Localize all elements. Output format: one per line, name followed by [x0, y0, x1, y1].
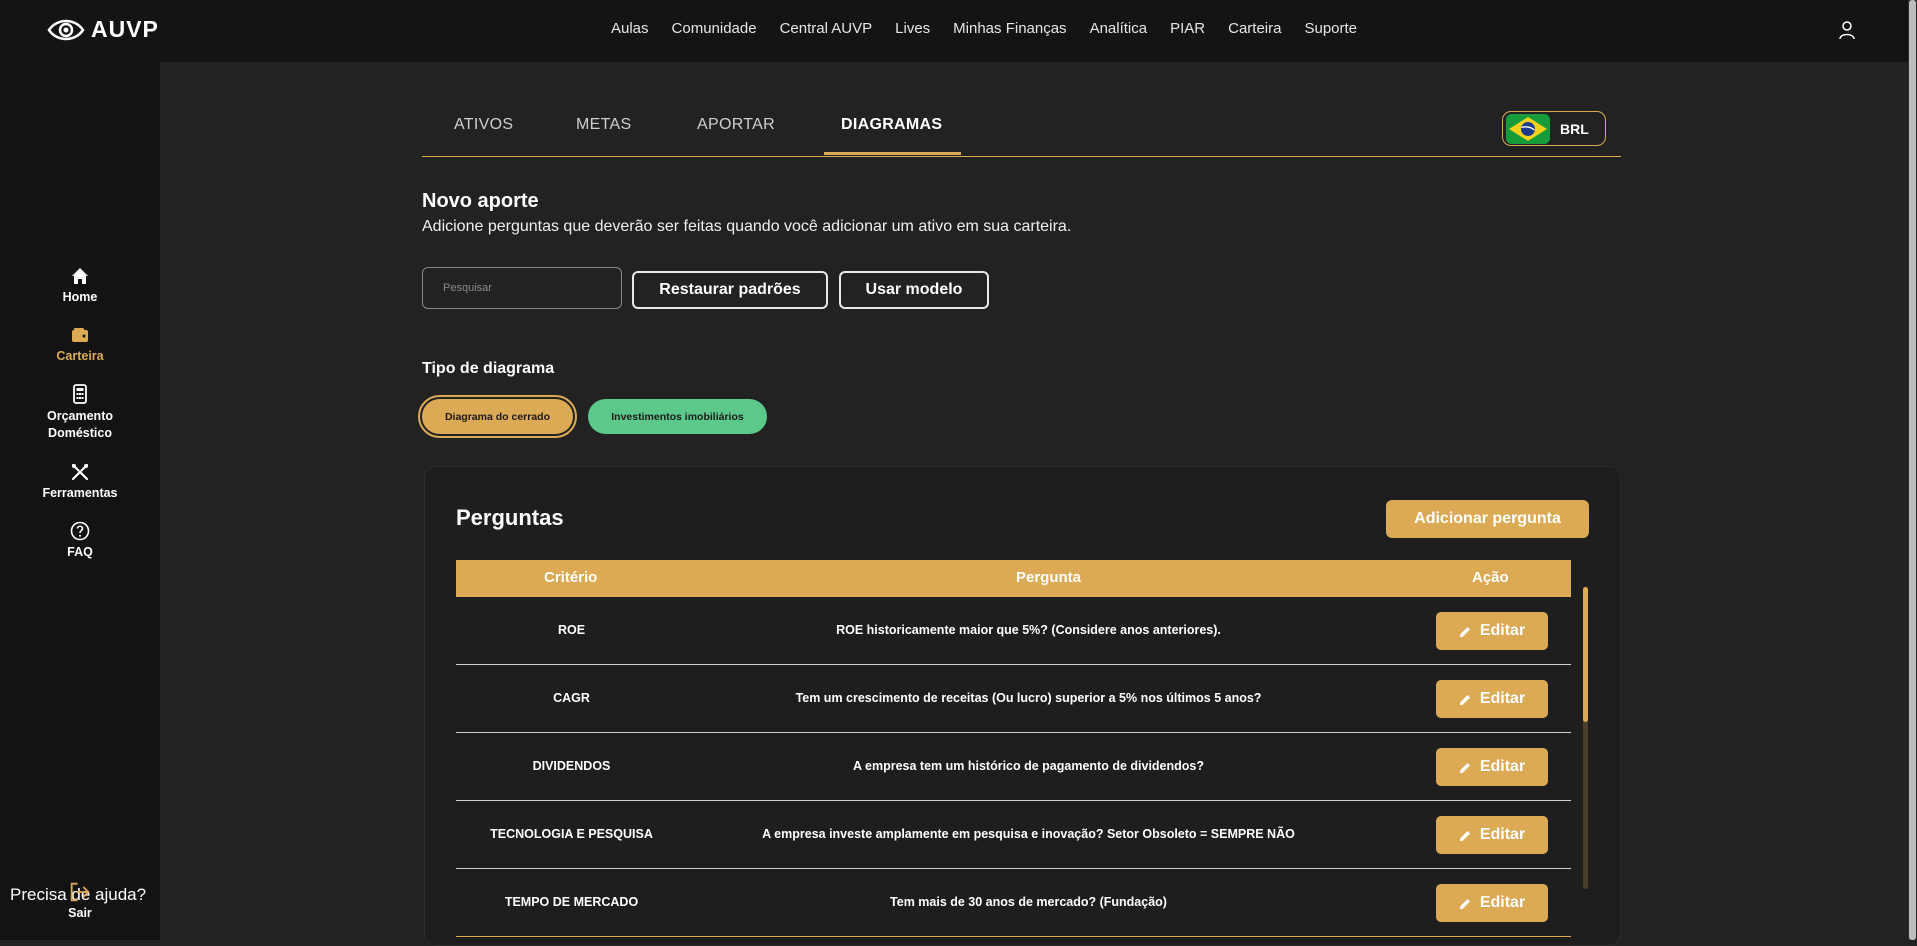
add-question-button[interactable]: Adicionar pergunta	[1386, 500, 1589, 538]
question-cell: A empresa investe amplamente em pesquisa…	[762, 827, 1295, 841]
criterion-cell: TECNOLOGIA E PESQUISA	[490, 827, 653, 841]
criterion-cell: CAGR	[553, 691, 590, 705]
criterion-cell: ROE	[557, 623, 586, 637]
tab-metas[interactable]: METAS	[576, 116, 631, 134]
sidebar-item-orcamento[interactable]: Orçamento Doméstico	[0, 384, 160, 442]
diagram-option-imobiliarios[interactable]: Investimentos imobiliários	[588, 399, 767, 434]
pencil-icon	[1459, 762, 1470, 773]
edit-button[interactable]: Editar	[1436, 816, 1548, 854]
nav-carteira[interactable]: Carteira	[1228, 20, 1281, 37]
wallet-icon	[72, 328, 88, 342]
help-icon	[70, 521, 90, 541]
pencil-icon	[1459, 898, 1470, 909]
column-header-criterio: Critério	[544, 569, 598, 586]
search-input[interactable]	[422, 267, 622, 309]
table-header: Critério Pergunta Ação	[456, 560, 1571, 597]
edit-button[interactable]: Editar	[1436, 612, 1548, 650]
home-icon	[72, 268, 88, 284]
top-navbar: AUVP Aulas Comunidade Central AUVP Lives…	[0, 0, 1917, 62]
edit-button[interactable]: Editar	[1436, 748, 1548, 786]
questions-panel: Perguntas Adicionar pergunta Critério Pe…	[424, 466, 1621, 946]
edit-button[interactable]: Editar	[1436, 680, 1548, 718]
sidebar-item-label: Carteira	[56, 349, 104, 363]
nav-comunidade[interactable]: Comunidade	[672, 20, 757, 37]
sidebar-item-label: Home	[62, 290, 98, 304]
calculator-icon	[73, 384, 87, 404]
sidebar-item-label: Ferramentas	[42, 486, 118, 500]
page-title: Novo aporte	[422, 190, 539, 212]
nav-aulas[interactable]: Aulas	[611, 20, 649, 37]
nav-lives[interactable]: Lives	[895, 20, 930, 37]
page-scroll-thumb[interactable]	[1909, 0, 1916, 940]
brazil-flag-icon	[1506, 113, 1550, 144]
diagram-option-cerrado[interactable]: Diagrama do cerrado	[418, 395, 577, 438]
table-row: TEMPO DE MERCADO Tem mais de 30 anos de …	[456, 869, 1571, 937]
tab-bar: ATIVOS METAS APORTAR DIAGRAMAS	[422, 104, 1621, 157]
sidebar-item-ferramentas[interactable]: Ferramentas	[0, 462, 160, 500]
user-icon[interactable]	[1838, 20, 1856, 40]
edit-label: Editar	[1479, 758, 1526, 775]
currency-selector[interactable]: BRL	[1502, 111, 1606, 146]
edit-label: Editar	[1479, 826, 1526, 843]
tab-aportar[interactable]: APORTAR	[697, 116, 775, 134]
currency-code: BRL	[1560, 120, 1589, 137]
nav-central-auvp[interactable]: Central AUVP	[780, 20, 873, 37]
restore-defaults-button[interactable]: Restaurar padrões	[632, 271, 828, 309]
diagram-type-title: Tipo de diagrama	[422, 360, 555, 377]
auvp-logo[interactable]: AUVP	[47, 16, 159, 43]
edit-button[interactable]: Editar	[1436, 884, 1548, 922]
criterion-cell: DIVIDENDOS	[532, 759, 611, 773]
edit-label: Editar	[1479, 690, 1526, 707]
questions-title: Perguntas	[456, 505, 564, 530]
sidebar-item-label-line2: Doméstico	[48, 426, 112, 440]
column-header-pergunta: Pergunta	[1016, 569, 1082, 586]
question-cell: A empresa tem um histórico de pagamento …	[853, 759, 1204, 773]
logout-button[interactable]: Sair	[0, 882, 160, 920]
use-model-button[interactable]: Usar modelo	[839, 271, 989, 309]
sidebar: Home Carteira Orçamento Doméstico Ferram…	[0, 62, 160, 940]
nav-analitica[interactable]: Analítica	[1090, 20, 1148, 37]
pencil-icon	[1459, 626, 1470, 637]
table-row: TECNOLOGIA E PESQUISA A empresa investe …	[456, 801, 1571, 869]
sidebar-item-faq[interactable]: FAQ	[0, 521, 160, 559]
table-row: CAGR Tem um crescimento de receitas (Ou …	[456, 665, 1571, 733]
logout-label: Sair	[68, 906, 92, 920]
tools-icon	[71, 463, 89, 481]
nav-suporte[interactable]: Suporte	[1304, 20, 1357, 37]
question-cell: ROE historicamente maior que 5%? (Consid…	[836, 623, 1221, 637]
sidebar-item-home[interactable]: Home	[0, 266, 160, 304]
logo-text: AUVP	[91, 16, 159, 42]
nav-piar[interactable]: PIAR	[1170, 20, 1205, 37]
table-scroll-thumb[interactable]	[1583, 587, 1588, 722]
question-cell: Tem mais de 30 anos de mercado? (Fundaçã…	[890, 895, 1167, 909]
edit-label: Editar	[1479, 894, 1526, 911]
logout-icon	[70, 882, 90, 902]
sidebar-item-label: FAQ	[67, 545, 93, 559]
pencil-icon	[1459, 694, 1470, 705]
main-nav: Aulas Comunidade Central AUVP Lives Minh…	[611, 20, 1380, 37]
table-row: ROE ROE historicamente maior que 5%? (Co…	[456, 597, 1571, 665]
active-tab-indicator	[824, 152, 961, 155]
criterion-cell: TEMPO DE MERCADO	[504, 895, 639, 909]
table-row: DIVIDENDOS A empresa tem um histórico de…	[456, 733, 1571, 801]
tab-ativos[interactable]: ATIVOS	[454, 116, 513, 134]
tab-diagramas[interactable]: DIAGRAMAS	[841, 116, 942, 134]
page-scrollbar[interactable]	[1908, 0, 1917, 940]
sidebar-item-label-line1: Orçamento	[47, 409, 113, 423]
column-header-acao: Ação	[1472, 569, 1509, 586]
edit-label: Editar	[1479, 622, 1526, 639]
nav-minhas-financas[interactable]: Minhas Finanças	[953, 20, 1066, 37]
page-subtitle: Adicione perguntas que deverão ser feita…	[422, 218, 1072, 235]
pencil-icon	[1459, 830, 1470, 841]
eye-logo-icon	[47, 19, 85, 40]
sidebar-item-carteira[interactable]: Carteira	[0, 325, 160, 363]
question-cell: Tem um crescimento de receitas (Ou lucro…	[795, 691, 1262, 705]
